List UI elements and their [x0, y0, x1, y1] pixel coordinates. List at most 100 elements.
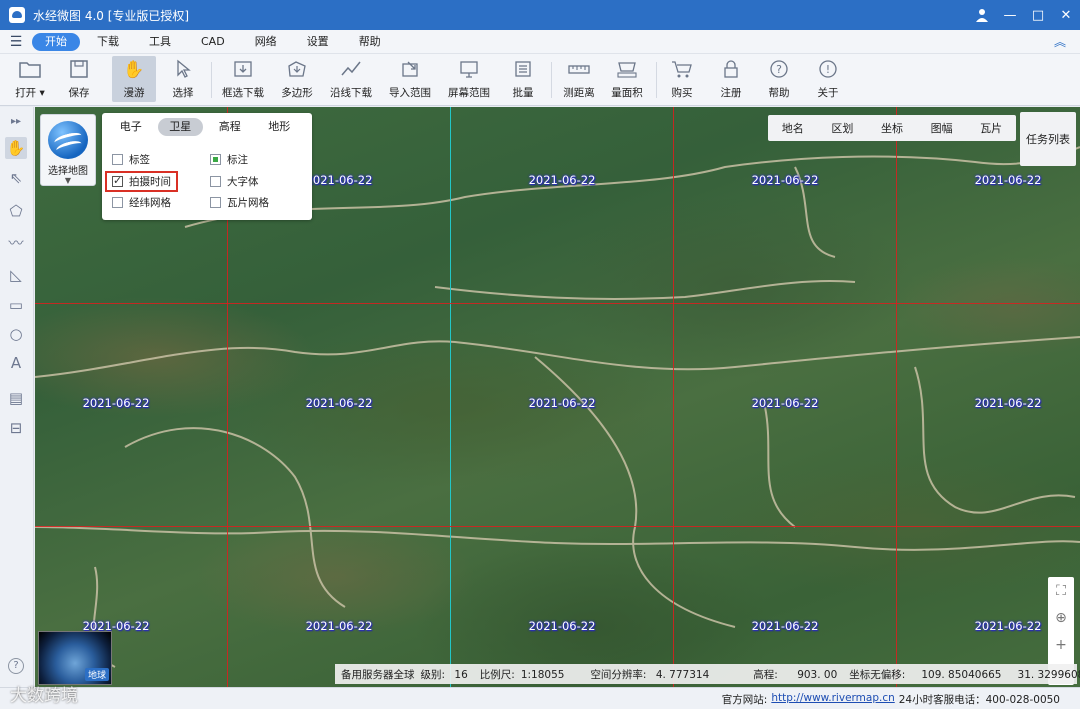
import-icon	[399, 59, 421, 81]
menu-network[interactable]: 网络	[242, 33, 290, 51]
polygon-tool-icon[interactable]: ⬠	[5, 200, 27, 222]
collapse-ribbon-icon[interactable]: ︽	[1054, 33, 1066, 50]
site-link[interactable]: http://www.rivermap.cn	[771, 692, 894, 707]
expand-sidebar-icon[interactable]: ▸▸	[5, 111, 27, 133]
fullscreen-icon[interactable]: ⛶	[1056, 583, 1066, 599]
label-option[interactable]: 标签	[112, 150, 150, 168]
satellite-map-view[interactable]: 2021-06-22 2021-06-22 2021-06-22 2021-06…	[35, 107, 1080, 687]
latlon-grid-option[interactable]: 经纬网格	[112, 193, 171, 211]
menu-help[interactable]: 帮助	[346, 33, 394, 51]
menu-cad[interactable]: CAD	[188, 33, 238, 51]
map-chooser-button[interactable]: 选择地图 ▼	[40, 114, 96, 186]
tab-divisions[interactable]: 区划	[831, 120, 853, 136]
folder-icon	[19, 59, 41, 81]
ruler-tool-icon[interactable]: ▤	[5, 387, 27, 409]
user-icon[interactable]	[968, 0, 996, 30]
hamburger-menu-icon[interactable]: ☰	[0, 34, 32, 50]
annotation-checkbox[interactable]	[210, 153, 221, 165]
text-tool-icon[interactable]: A	[5, 352, 27, 374]
annotation-option[interactable]: 标注	[210, 150, 248, 168]
tab-place-names[interactable]: 地名	[782, 120, 804, 136]
area-icon	[616, 59, 638, 81]
earth-minimap[interactable]: 地球	[38, 631, 112, 685]
line-download-button[interactable]: 沿线下载	[327, 56, 375, 102]
latitude-value: 31. 3299608	[1017, 668, 1080, 681]
tile-grid-line	[35, 303, 1080, 304]
open-button[interactable]: 打开 ▾	[8, 56, 52, 102]
screen-range-button[interactable]: 屏幕范围	[444, 56, 494, 102]
scale-label: 比例尺:	[479, 668, 515, 681]
tab-tiles[interactable]: 瓦片	[980, 120, 1002, 136]
tab-map-sheets[interactable]: 图幅	[931, 120, 953, 136]
box-download-button[interactable]: 框选下载	[218, 56, 268, 102]
layer-panel: 电子 卫星 高程 地形 标签 标注 拍摄时间 大字体 经纬网格 瓦片网格	[102, 113, 312, 220]
about-button[interactable]: ! 关于	[808, 56, 848, 102]
pointer-tool-icon[interactable]: ⇖	[5, 167, 27, 189]
polygon-button[interactable]: 多边形	[276, 56, 318, 102]
info-circle-icon: !	[817, 59, 839, 81]
label-checkbox[interactable]	[112, 153, 123, 165]
latlon-grid-checkbox[interactable]	[112, 196, 123, 208]
capture-time-highlight-box	[105, 171, 178, 192]
menu-tools[interactable]: 工具	[136, 33, 184, 51]
locate-icon[interactable]: ⊕	[1055, 610, 1067, 626]
pan-button[interactable]: ✋ 漫游	[112, 56, 156, 102]
tile-grid-checkbox[interactable]	[210, 196, 221, 208]
task-list-button[interactable]: 任务列表	[1020, 112, 1076, 166]
tab-satellite[interactable]: 卫星	[157, 118, 203, 136]
batch-button[interactable]: 批量	[504, 56, 542, 102]
map-status-strip: 备用服务器全球 级别: 16 比例尺: 1:18055 空间分辨率: 4. 777…	[335, 664, 1080, 684]
app-logo-icon	[9, 7, 25, 23]
hand-tool-icon[interactable]: ✋	[5, 137, 27, 159]
server-name: 备用服务器全球	[341, 668, 415, 681]
area-tool-icon[interactable]: ◺	[5, 264, 27, 286]
tab-coordinates[interactable]: 坐标	[881, 120, 903, 136]
capture-date-label: 2021-06-22	[528, 396, 596, 410]
select-button[interactable]: 选择	[162, 56, 204, 102]
menu-start[interactable]: 开始	[32, 32, 80, 51]
question-circle-icon: ?	[768, 59, 790, 81]
label-option-text: 标签	[129, 153, 150, 166]
tab-terrain[interactable]: 地形	[257, 118, 303, 136]
tile-grid-option[interactable]: 瓦片网格	[210, 193, 269, 211]
maximize-button[interactable]: □	[1024, 0, 1052, 30]
import-range-button[interactable]: 导入范围	[386, 56, 434, 102]
line-tool-icon[interactable]: 〰	[5, 232, 27, 254]
capture-date-label: 2021-06-22	[751, 619, 819, 633]
site-label: 官方网站:	[721, 694, 768, 706]
latlon-grid-option-text: 经纬网格	[129, 196, 171, 209]
tab-elevation[interactable]: 高程	[207, 118, 253, 136]
help-button[interactable]: ? 帮助	[759, 56, 799, 102]
batch-label: 批量	[512, 87, 534, 99]
save-button[interactable]: 保存	[58, 56, 100, 102]
level-value: 16	[454, 668, 468, 681]
coordinate-label: 坐标无偏移:	[849, 668, 906, 681]
resolution-label: 空间分辨率:	[590, 668, 647, 681]
register-button[interactable]: 注册	[711, 56, 751, 102]
hand-icon: ✋	[123, 60, 145, 80]
minimap-badge: 地球	[84, 668, 109, 681]
large-font-option[interactable]: 大字体	[210, 172, 259, 190]
measure-area-button[interactable]: 量面积	[606, 56, 648, 102]
measure-area-tool-icon[interactable]: ⊟	[5, 417, 27, 439]
tile-grid-option-text: 瓦片网格	[227, 196, 269, 209]
large-font-checkbox[interactable]	[210, 175, 221, 187]
measure-distance-button[interactable]: 测距离	[558, 56, 600, 102]
zoom-in-icon[interactable]: +	[1055, 637, 1067, 653]
close-button[interactable]: ✕	[1052, 0, 1080, 30]
minimize-button[interactable]: —	[996, 0, 1024, 30]
toolbar-divider	[656, 62, 657, 98]
circle-tool-icon[interactable]: ○	[5, 323, 27, 345]
menu-download[interactable]: 下载	[84, 33, 132, 51]
tab-vector[interactable]: 电子	[108, 118, 154, 136]
buy-button[interactable]: 购买	[662, 56, 702, 102]
tile-grid-line	[896, 107, 897, 687]
polygon-download-icon	[286, 59, 308, 81]
longitude-value: 109. 85040665	[921, 668, 1002, 681]
help-circle-icon[interactable]: ?	[8, 658, 24, 674]
box-download-label: 框选下载	[222, 87, 264, 99]
register-label: 注册	[720, 87, 742, 99]
capture-date-label: 2021-06-22	[974, 173, 1042, 187]
menu-settings[interactable]: 设置	[294, 33, 342, 51]
rectangle-tool-icon[interactable]: ▭	[5, 294, 27, 316]
